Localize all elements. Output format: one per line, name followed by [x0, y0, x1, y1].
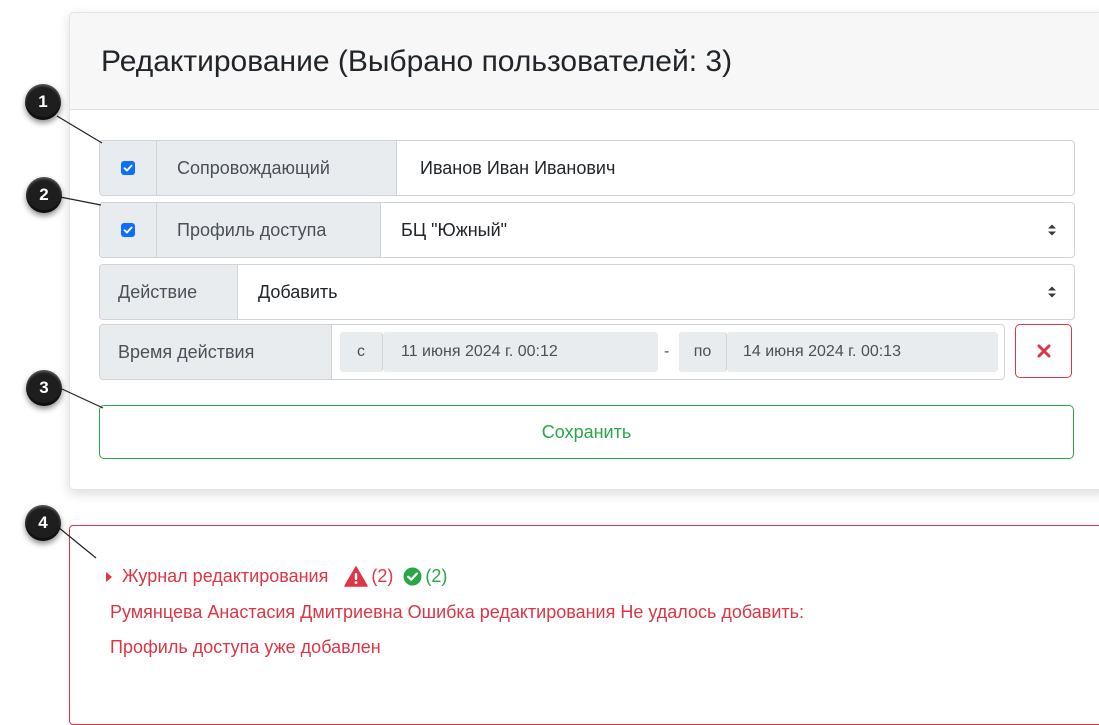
callout-2-line: [59, 196, 102, 206]
callout-badge-4: 4: [25, 505, 61, 541]
callout-badge-1: 1: [25, 84, 61, 120]
callout-badge-2: 2: [26, 177, 62, 213]
callout-1-line: [56, 115, 103, 144]
callout-leader-lines: [56, 115, 104, 559]
callout-badge-3: 3: [26, 370, 62, 406]
callout-3-line: [61, 388, 104, 409]
callout-4-line: [57, 526, 97, 559]
